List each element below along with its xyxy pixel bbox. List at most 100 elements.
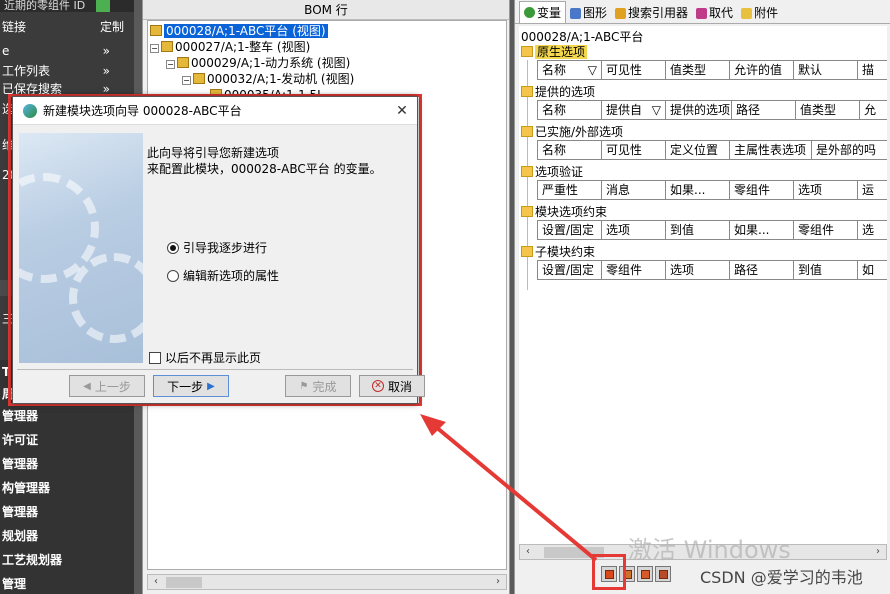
scroll-thumb[interactable] — [166, 577, 202, 588]
scroll-right-icon[interactable]: › — [870, 545, 886, 559]
column-header[interactable]: 主属性表选项 — [730, 141, 812, 159]
section-submodule-constraints[interactable]: 子模块约束 — [521, 244, 595, 260]
column-header[interactable]: 零组件 — [794, 221, 858, 239]
column-header[interactable]: 设置/固定 — [538, 261, 602, 279]
app-item[interactable]: 许可证 — [0, 428, 134, 452]
section-label: 原生选项 — [535, 45, 588, 59]
customize-link[interactable]: 定制 — [100, 16, 124, 38]
section-implemented-options[interactable]: 已实施/外部选项 — [521, 124, 623, 140]
sidebar-row-home[interactable]: e » — [0, 40, 134, 62]
column-header[interactable]: 允 — [860, 101, 887, 119]
validation-button[interactable] — [637, 566, 653, 582]
filter-icon[interactable]: ▽ — [588, 61, 601, 79]
section-native-options[interactable]: 原生选项 — [521, 44, 588, 60]
tab-variables[interactable]: 变量 — [519, 1, 567, 23]
column-header[interactable]: 提供自 ▽ — [602, 101, 666, 119]
scroll-left-icon[interactable]: ‹ — [520, 545, 536, 559]
column-header[interactable]: 零组件 — [730, 181, 794, 199]
column-header[interactable]: 严重性 — [538, 181, 602, 199]
column-header[interactable]: 选项 — [666, 261, 730, 279]
column-header[interactable]: 到值 — [666, 221, 730, 239]
app-item[interactable]: 管理器 — [0, 452, 134, 476]
expand-icon[interactable]: » — [103, 40, 110, 62]
folder-icon — [521, 46, 533, 57]
column-header[interactable]: 零组件 — [602, 261, 666, 279]
column-header[interactable]: 默认 — [794, 61, 858, 79]
finish-button[interactable]: ⚑ 完成 — [285, 375, 351, 397]
column-header[interactable]: 到值 — [794, 261, 858, 279]
dialog-title-bar[interactable]: 新建模块选项向导 000028-ABC平台 — [13, 97, 417, 125]
cancel-button[interactable]: ✕ 取消 — [359, 375, 425, 397]
validation-icon — [640, 569, 650, 579]
constraint-button[interactable] — [655, 566, 671, 582]
radio-button[interactable] — [167, 241, 179, 254]
column-header[interactable]: 定义位置 — [666, 141, 730, 159]
section-provided-options[interactable]: 提供的选项 — [521, 84, 595, 100]
column-header[interactable]: 路径 — [732, 101, 796, 119]
column-header[interactable]: 设置/固定 — [538, 221, 602, 239]
dont-show-again-checkbox[interactable]: 以后不再显示此页 — [149, 349, 261, 366]
module-title: 000028/A;1-ABC平台 — [521, 30, 644, 44]
close-icon[interactable]: ✕ — [391, 101, 413, 121]
arrow-right-icon: ▶ — [207, 380, 215, 392]
tab-where-referenced[interactable]: 搜索引用器 — [611, 3, 692, 23]
section-option-validation[interactable]: 选项验证 — [521, 164, 583, 180]
bom-row[interactable]: − 000032/A;1-发动机 (视图) — [182, 71, 354, 87]
column-header[interactable]: 选项 — [794, 181, 858, 199]
column-header[interactable]: 名称 — [538, 141, 602, 159]
bom-row[interactable]: − 000027/A;1-整车 (视图) — [150, 39, 310, 55]
column-header[interactable]: 路径 — [730, 261, 794, 279]
next-button[interactable]: 下一步 ▶ — [153, 375, 229, 397]
tab-substitutes[interactable]: 取代 — [692, 3, 737, 23]
collapse-icon[interactable]: − — [166, 60, 175, 69]
column-header[interactable]: 是外部的吗 — [812, 141, 887, 159]
radio-edit-properties[interactable]: 编辑新选项的属性 — [167, 267, 279, 284]
column-header[interactable]: 描 — [858, 61, 887, 79]
app-item[interactable]: 管理器 — [0, 500, 134, 524]
column-header[interactable]: 如果... — [730, 221, 794, 239]
folder-icon — [521, 206, 533, 217]
column-header[interactable]: 消息 — [602, 181, 666, 199]
recent-ids-label: 近期的零组件 ID — [0, 0, 134, 12]
column-header[interactable]: 名称 — [538, 101, 602, 119]
bom-row[interactable]: 000028/A;1-ABC平台 (视图) — [150, 23, 328, 39]
filter-icon[interactable]: ▽ — [652, 101, 665, 119]
column-header[interactable]: 提供的选项 — [666, 101, 732, 119]
tab-attachments[interactable]: 附件 — [737, 3, 782, 23]
column-header[interactable]: 运 — [858, 181, 887, 199]
column-header[interactable]: 可见性 — [602, 61, 666, 79]
column-header[interactable]: 允许的值 — [730, 61, 794, 79]
bom-row[interactable]: − 000029/A;1-动力系统 (视图) — [166, 55, 350, 71]
app-item[interactable]: 管理器 — [0, 404, 134, 428]
column-header[interactable]: 值类型 — [796, 101, 860, 119]
column-header[interactable]: 如 — [858, 261, 887, 279]
scroll-right-icon[interactable]: › — [490, 575, 506, 589]
tab-graphics[interactable]: 图形 — [566, 3, 611, 23]
replace-icon — [696, 7, 708, 19]
checkbox-label: 以后不再显示此页 — [165, 351, 262, 365]
column-header[interactable]: 名称 ▽ — [538, 61, 602, 79]
column-header[interactable]: 如果... — [666, 181, 730, 199]
radio-guide-step[interactable]: 引导我逐步进行 — [167, 239, 267, 256]
checkbox[interactable] — [149, 351, 161, 364]
bom-horizontal-scrollbar[interactable]: ‹ › — [147, 574, 507, 590]
bom-column-header[interactable]: BOM 行 — [143, 0, 509, 20]
section-module-constraints[interactable]: 模块选项约束 — [521, 204, 607, 220]
collapse-icon[interactable]: − — [182, 76, 191, 85]
prev-button[interactable]: ◀ 上一步 — [69, 375, 145, 397]
app-item[interactable]: 工艺规划器 — [0, 548, 134, 572]
column-header[interactable]: 选 — [858, 221, 887, 239]
radio-button[interactable] — [167, 269, 179, 282]
button-label: 取消 — [387, 379, 412, 394]
scroll-left-icon[interactable]: ‹ — [148, 575, 164, 589]
bom-row-text: 000028/A;1-ABC平台 (视图) — [164, 24, 328, 38]
go-icon[interactable] — [96, 0, 110, 12]
app-item[interactable]: 管理 — [0, 572, 134, 594]
app-item[interactable]: 构管理器 — [0, 476, 134, 500]
column-header[interactable]: 选项 — [602, 221, 666, 239]
collapse-icon[interactable]: − — [150, 44, 159, 53]
column-header[interactable]: 可见性 — [602, 141, 666, 159]
app-item[interactable]: 规划器 — [0, 524, 134, 548]
column-header[interactable]: 值类型 — [666, 61, 730, 79]
sidebar-row-links[interactable]: 链接 定制 — [0, 16, 134, 38]
